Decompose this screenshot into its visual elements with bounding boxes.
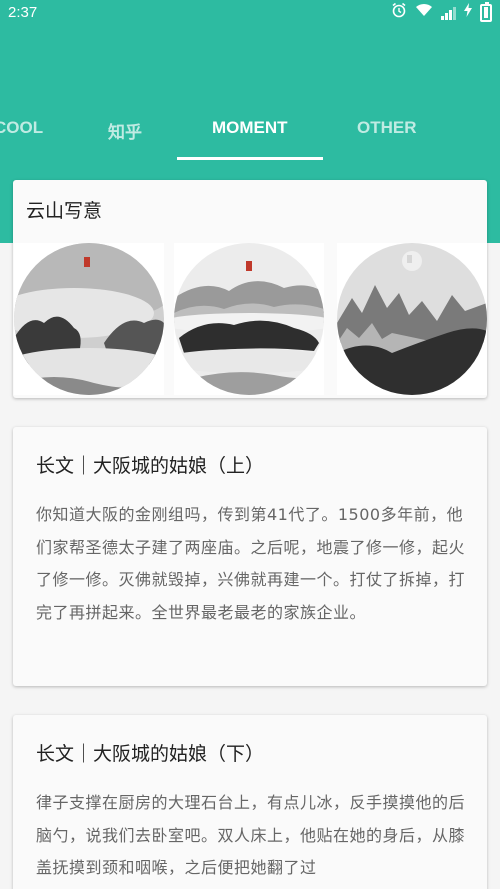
gallery-image-2[interactable] xyxy=(174,243,324,395)
tab-zhihu[interactable]: 知乎 xyxy=(108,118,142,143)
gallery-card[interactable]: 云山写意 xyxy=(13,180,487,398)
charging-icon xyxy=(464,3,472,23)
ink-painting-valley-clouds xyxy=(174,243,324,395)
gallery-image-1[interactable] xyxy=(14,243,164,395)
post-card[interactable]: 长文｜大阪城的姑娘（上） 你知道大阪的金刚组吗，传到第41代了。1500多年前，… xyxy=(13,427,487,686)
post-title: 长文｜大阪城的姑娘（上） xyxy=(36,455,265,477)
tab-indicator xyxy=(177,157,323,160)
status-icons xyxy=(391,2,492,24)
ink-painting-peaks xyxy=(337,243,487,395)
post-title: 长文｜大阪城的姑娘（下） xyxy=(36,743,265,765)
alarm-icon xyxy=(391,2,407,24)
gallery-card-title: 云山写意 xyxy=(26,200,103,222)
ink-painting-mist-trees xyxy=(14,243,164,395)
post-excerpt: 你知道大阪的金刚组吗，传到第41代了。1500多年前，他们家帮圣德太子建了两座庙… xyxy=(36,505,466,622)
wifi-icon xyxy=(415,3,433,23)
status-bar: 2:37 xyxy=(0,0,500,27)
tab-bar: COOL 知乎 MOMENT OTHER xyxy=(0,100,500,160)
tab-other[interactable]: OTHER xyxy=(357,118,417,138)
signal-icon xyxy=(441,6,456,20)
battery-icon xyxy=(480,2,492,22)
gallery-image-3[interactable] xyxy=(337,243,487,395)
post-card[interactable]: 长文｜大阪城的姑娘（下） 律子支撑在厨房的大理石台上，有点儿冰，反手摸摸他的后脑… xyxy=(13,715,487,889)
post-excerpt: 律子支撑在厨房的大理石台上，有点儿冰，反手摸摸他的后脑勺，说我们去卧室吧。双人床… xyxy=(36,793,466,877)
tab-cool[interactable]: COOL xyxy=(0,118,43,138)
status-time: 2:37 xyxy=(8,4,38,21)
tab-moment[interactable]: MOMENT xyxy=(212,118,288,138)
